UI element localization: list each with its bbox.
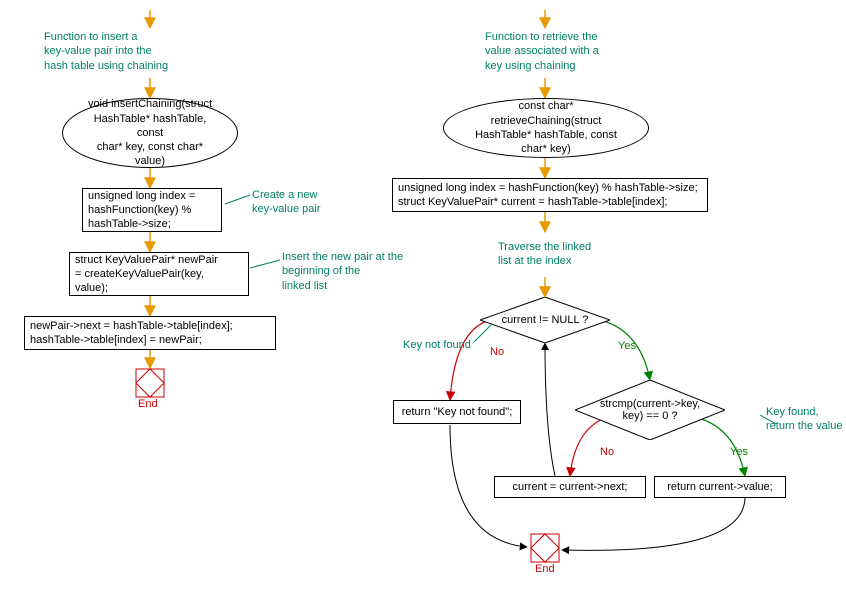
flowchart-edges — [0, 0, 846, 593]
comment-key-not-found: Key not found — [403, 338, 471, 352]
end-label-left: End — [138, 398, 158, 410]
comment-insert-head: Insert the new pair at thebeginning of t… — [282, 250, 403, 293]
label-dec2-no: No — [600, 446, 614, 458]
decision-current-null: current != NULL ? — [480, 297, 610, 343]
node-return-notfound: return "Key not found"; — [393, 400, 521, 424]
label-dec2-yes: Yes — [730, 446, 748, 458]
node-create-pair: struct KeyValuePair* newPair= createKeyV… — [69, 252, 249, 296]
node-insert-signature: void insertChaining(structHashTable* has… — [62, 98, 238, 168]
node-return-value: return current->value; — [654, 476, 786, 498]
comment-key-found: Key found,return the value — [766, 405, 842, 434]
comment-traverse: Traverse the linkedlist at the index — [498, 240, 591, 269]
comment-retrieve-fn: Function to retrieve thevalue associated… — [485, 30, 599, 73]
node-retrieve-init: unsigned long index = hashFunction(key) … — [392, 178, 708, 212]
end-label-right: End — [535, 563, 555, 575]
comment-create-pair: Create a newkey-value pair — [252, 188, 320, 217]
node-advance-current: current = current->next; — [494, 476, 646, 498]
label-dec1-no: No — [490, 346, 504, 358]
node-insert-link: newPair->next = hashTable->table[index];… — [24, 316, 276, 350]
node-insert-index: unsigned long index =hashFunction(key) %… — [82, 188, 222, 232]
node-retrieve-signature: const char* retrieveChaining(structHashT… — [443, 98, 649, 158]
label-dec1-yes: Yes — [618, 340, 636, 352]
comment-insert-fn: Function to insert akey-value pair into … — [44, 30, 168, 73]
decision-strcmp: strcmp(current->key,key) == 0 ? — [575, 380, 725, 440]
